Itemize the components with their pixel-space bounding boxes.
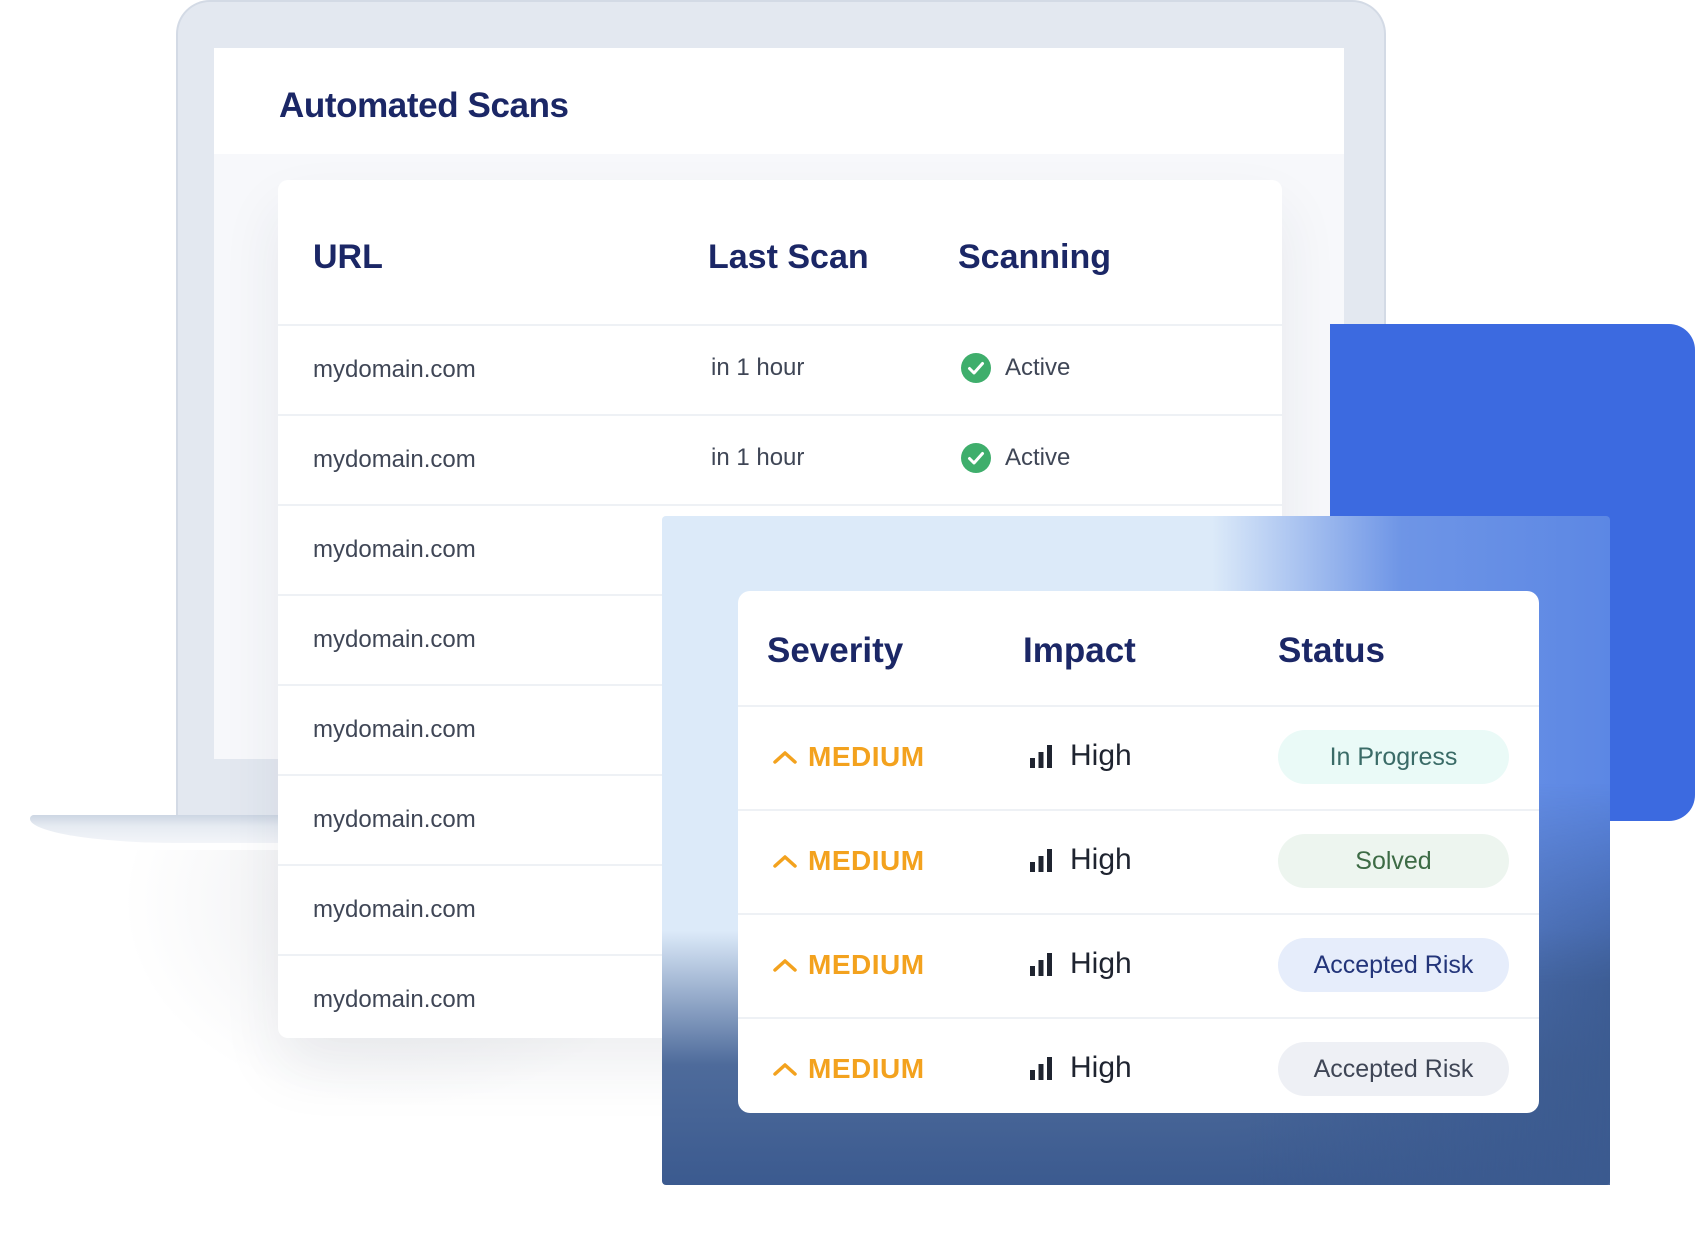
severity-cell: MEDIUM <box>772 949 925 981</box>
status-badge[interactable]: In Progress <box>1278 730 1509 784</box>
signal-bars-icon <box>1030 1057 1052 1080</box>
scanning-cell: Active <box>961 443 1070 473</box>
severity-cell: MEDIUM <box>772 1053 925 1085</box>
column-header-impact[interactable]: Impact <box>1023 631 1136 671</box>
chevron-up-icon <box>773 959 797 972</box>
check-circle-icon <box>961 443 991 473</box>
chevron-up-icon <box>773 1063 797 1076</box>
severity-label: MEDIUM <box>808 845 925 876</box>
impact-label: High <box>1070 1051 1132 1084</box>
impact-cell: High <box>1028 947 1132 981</box>
check-circle-icon <box>961 353 991 383</box>
url-cell[interactable]: mydomain.com <box>313 986 476 1014</box>
impact-cell: High <box>1028 1051 1132 1085</box>
scanning-status-label: Active <box>1005 354 1071 381</box>
url-cell[interactable]: mydomain.com <box>313 536 476 564</box>
status-badge[interactable]: Solved <box>1278 834 1509 888</box>
severity-label: MEDIUM <box>808 1053 925 1084</box>
chevron-up-icon <box>773 751 797 764</box>
impact-label: High <box>1070 843 1132 876</box>
url-cell[interactable]: mydomain.com <box>313 356 476 384</box>
column-header-url[interactable]: URL <box>313 238 383 277</box>
column-header-severity[interactable]: Severity <box>767 631 903 671</box>
findings-table-header: Severity Impact Status <box>738 591 1539 707</box>
column-header-scanning[interactable]: Scanning <box>958 238 1111 277</box>
severity-label: MEDIUM <box>808 741 925 772</box>
scans-table-header: URL Last Scan Scanning <box>278 180 1282 326</box>
status-badge[interactable]: Accepted Risk <box>1278 1042 1509 1096</box>
table-row[interactable]: MEDIUM High Accepted Risk <box>738 1019 1539 1121</box>
column-header-last-scan[interactable]: Last Scan <box>708 238 869 277</box>
table-row[interactable]: MEDIUM High Solved <box>738 811 1539 915</box>
severity-cell: MEDIUM <box>772 845 925 877</box>
table-row[interactable]: MEDIUM High In Progress <box>738 707 1539 811</box>
scanning-cell: Active <box>961 353 1070 383</box>
url-cell[interactable]: mydomain.com <box>313 716 476 744</box>
impact-label: High <box>1070 739 1132 772</box>
status-badge[interactable]: Accepted Risk <box>1278 938 1509 992</box>
url-cell[interactable]: mydomain.com <box>313 806 476 834</box>
signal-bars-icon <box>1030 849 1052 872</box>
last-scan-cell: in 1 hour <box>711 354 805 381</box>
impact-label: High <box>1070 947 1132 980</box>
signal-bars-icon <box>1030 953 1052 976</box>
severity-label: MEDIUM <box>808 949 925 980</box>
table-row[interactable]: MEDIUM High Accepted Risk <box>738 915 1539 1019</box>
findings-table: Severity Impact Status MEDIUM High In Pr… <box>738 591 1539 1113</box>
last-scan-cell: in 1 hour <box>711 444 805 471</box>
chevron-up-icon <box>773 855 797 868</box>
scanning-status-label: Active <box>1005 444 1071 471</box>
table-row[interactable]: mydomain.com in 1 hour Active <box>278 326 1282 416</box>
screen-header: Automated Scans <box>214 48 1344 154</box>
table-row[interactable]: mydomain.com in 1 hour Active <box>278 416 1282 506</box>
signal-bars-icon <box>1030 745 1052 768</box>
url-cell[interactable]: mydomain.com <box>313 446 476 474</box>
page-title: Automated Scans <box>279 86 569 125</box>
column-header-status[interactable]: Status <box>1278 631 1385 671</box>
url-cell[interactable]: mydomain.com <box>313 896 476 924</box>
url-cell[interactable]: mydomain.com <box>313 626 476 654</box>
impact-cell: High <box>1028 843 1132 877</box>
severity-cell: MEDIUM <box>772 741 925 773</box>
impact-cell: High <box>1028 739 1132 773</box>
